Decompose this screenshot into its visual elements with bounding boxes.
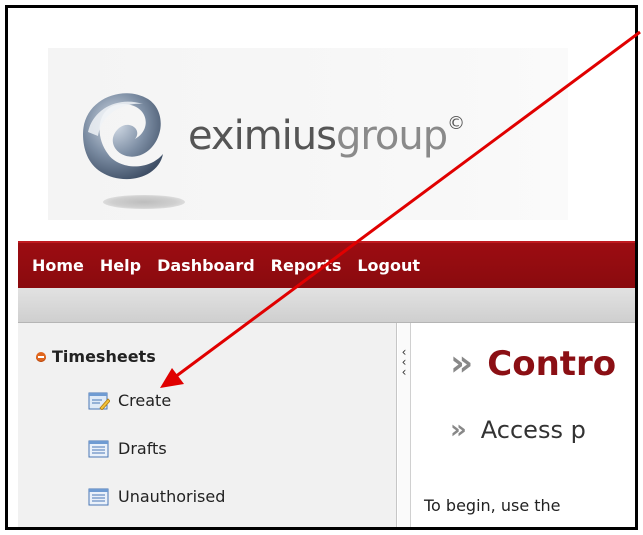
- page-title-text: Contro: [487, 343, 617, 384]
- page-subtitle: » Access p: [450, 415, 586, 445]
- screenshot-frame: eximiusgroup© Home Help Dashboard Report…: [5, 5, 638, 530]
- sidebar-item-label: Drafts: [118, 439, 167, 458]
- sidebar-item-label: Unauthorised: [118, 487, 226, 506]
- list-document-icon: [88, 440, 109, 457]
- sidebar-collapse-handle[interactable]: ‹ ‹ ‹: [398, 323, 411, 527]
- nav-logout[interactable]: Logout: [357, 243, 420, 288]
- brand-name-light: group: [335, 113, 448, 159]
- logo-shadow: [103, 195, 185, 209]
- main-content: » Contro » Access p To begin, use the: [412, 323, 635, 527]
- intro-text: To begin, use the: [424, 496, 561, 515]
- double-chevron-icon: »: [450, 415, 467, 445]
- nav-reports[interactable]: Reports: [271, 243, 342, 288]
- header-logo-area: eximiusgroup©: [48, 48, 568, 220]
- sidebar-item-create[interactable]: Create: [88, 391, 171, 410]
- brand-mark: ©: [447, 112, 465, 134]
- sub-nav-bar: [18, 288, 635, 323]
- collapse-arrows-icon: ‹ ‹ ‹: [401, 345, 407, 379]
- sidebar-item-unauthorised[interactable]: Unauthorised: [88, 487, 225, 506]
- brand-name-dark: eximius: [188, 113, 337, 159]
- logo-sphere-icon: [83, 93, 163, 180]
- edit-document-icon: [88, 392, 110, 410]
- left-sidebar: Timesheets Create Drafts Unauthorised: [18, 323, 397, 527]
- nav-dashboard[interactable]: Dashboard: [157, 243, 255, 288]
- sidebar-section-timesheets[interactable]: Timesheets: [36, 347, 156, 366]
- main-nav-bar: Home Help Dashboard Reports Logout: [18, 241, 635, 288]
- collapse-bullet-icon[interactable]: [36, 351, 46, 362]
- double-chevron-icon: »: [450, 343, 474, 384]
- brand-logo: eximiusgroup©: [188, 112, 465, 159]
- sidebar-item-label: Create: [118, 391, 172, 410]
- sidebar-section-title: Timesheets: [52, 347, 156, 366]
- list-document-icon: [88, 488, 109, 505]
- page-subtitle-text: Access p: [480, 416, 586, 444]
- nav-home[interactable]: Home: [32, 243, 84, 288]
- nav-help[interactable]: Help: [100, 243, 141, 288]
- page-title: » Contro: [450, 343, 616, 384]
- sidebar-item-drafts[interactable]: Drafts: [88, 439, 167, 458]
